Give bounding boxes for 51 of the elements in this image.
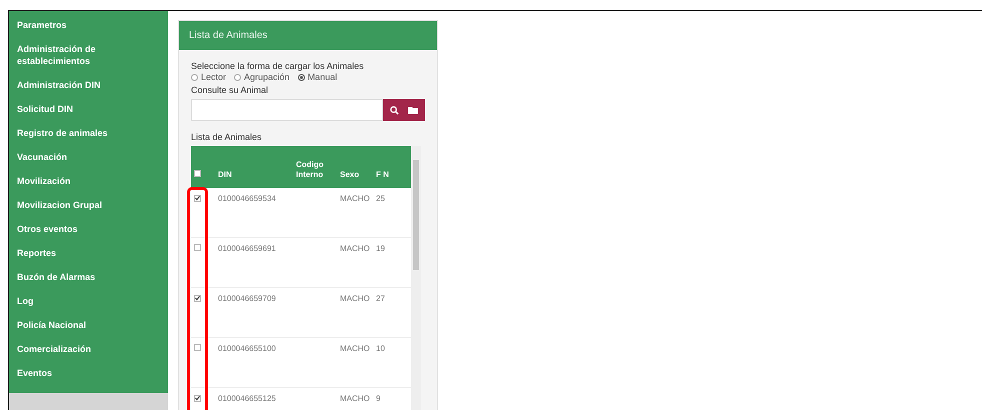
search-icon [390, 106, 399, 114]
table-cell: 0100046655125 [215, 388, 293, 410]
column-header: Codigo Interno [293, 146, 337, 188]
radio-icon[interactable] [298, 74, 305, 80]
radio-icon[interactable] [234, 74, 242, 80]
radio-icon[interactable] [191, 74, 198, 80]
radio-option[interactable]: Manual [298, 72, 338, 82]
search-label: Consulte su Animal [191, 84, 270, 96]
table-cell: 0100046659709 [215, 288, 293, 338]
sidebar-item[interactable]: Eventos [9, 361, 168, 385]
table-cell: 0100046659691 [215, 238, 293, 288]
scrollbar[interactable] [411, 146, 421, 410]
panel-title: Lista de Animales [179, 21, 437, 50]
search-button[interactable] [388, 104, 401, 116]
row-checkbox[interactable] [194, 394, 201, 402]
sidebar-item[interactable]: Log [9, 289, 168, 313]
radio-option[interactable]: Lector [191, 72, 226, 82]
sidebar-item[interactable]: Reportes [9, 241, 168, 265]
row-checkbox[interactable] [194, 294, 201, 302]
load-method-label: Seleccione la forma de cargar los Animales [191, 60, 365, 72]
sidebar-item[interactable]: Policía Nacional [9, 313, 168, 337]
sidebar-item[interactable]: Administración DIN [9, 73, 168, 97]
row-checkbox[interactable] [194, 244, 201, 251]
sidebar-item[interactable]: Administración de establecimientos [9, 37, 168, 73]
folder-icon [408, 106, 418, 114]
table-cell: MACHO [337, 238, 373, 288]
sidebar-item[interactable]: Vacunación [9, 145, 168, 169]
table-cell: MACHO [337, 188, 373, 238]
radio-option[interactable]: Agrupación [234, 72, 290, 82]
row-checkbox[interactable] [194, 344, 201, 351]
table-cell: MACHO [337, 388, 373, 410]
sidebar-item[interactable]: Buzón de Alarmas [9, 265, 168, 289]
table-cell: 0100046655100 [215, 338, 293, 388]
table-cell: 0100046659534 [215, 188, 293, 238]
list-label: Lista de Animales [191, 131, 263, 143]
column-header: DIN [215, 146, 293, 188]
sidebar-item[interactable]: Movilizacion Grupal [9, 193, 168, 217]
column-header: Sexo [337, 146, 373, 188]
table-cell: MACHO [337, 338, 373, 388]
sidebar-item[interactable]: Parametros [9, 13, 168, 37]
sidebar-item[interactable]: Registro de animales [9, 121, 168, 145]
sidebar-item[interactable]: Solicitud DIN [9, 97, 168, 121]
row-checkbox[interactable] [194, 194, 201, 202]
select-all-checkbox[interactable] [194, 170, 201, 177]
table-cell: MACHO [337, 288, 373, 338]
sidebar-item[interactable]: Movilización [9, 169, 168, 193]
column-header: F N [373, 146, 411, 188]
search-field[interactable] [191, 99, 383, 121]
sidebar-item[interactable]: Otros eventos [9, 217, 168, 241]
sidebar-item[interactable]: Comercialización [9, 337, 168, 361]
folder-button[interactable] [406, 104, 420, 116]
